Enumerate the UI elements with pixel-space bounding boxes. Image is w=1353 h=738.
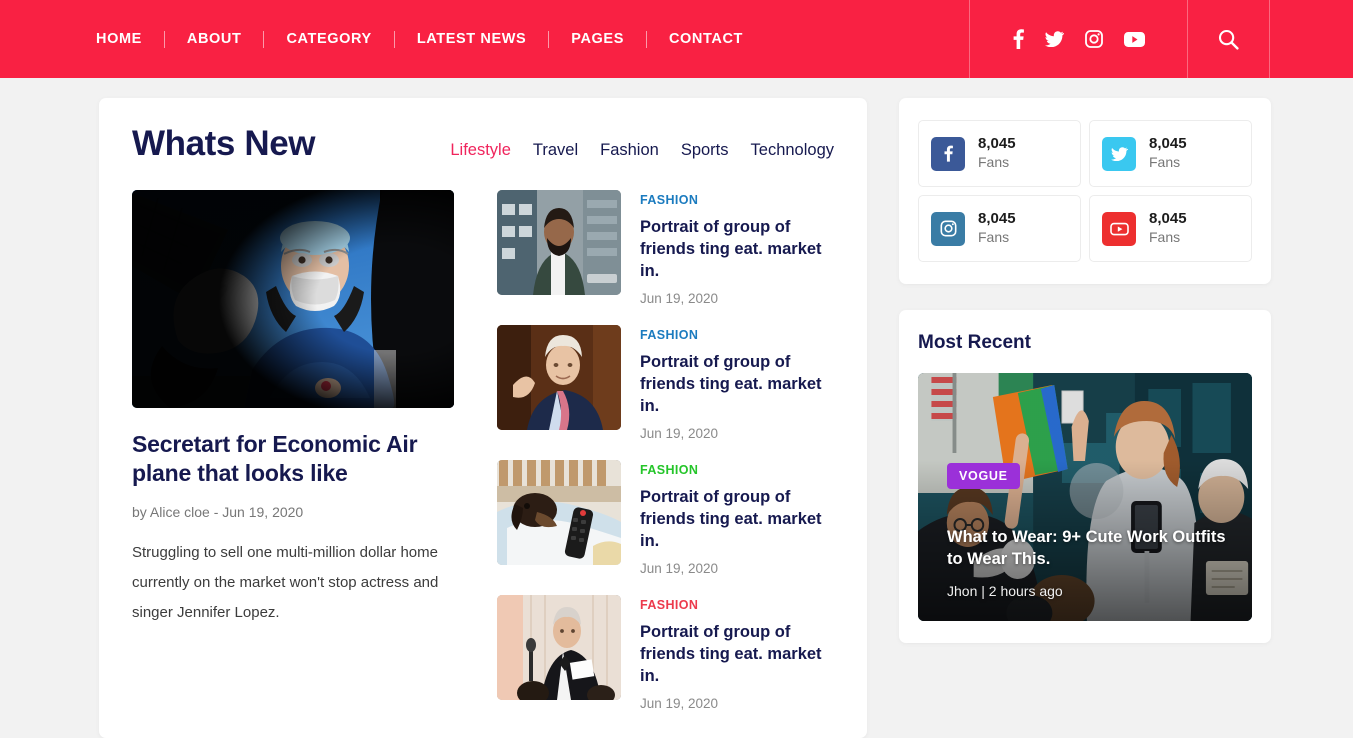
site-header: HOME ABOUT CATEGORY LATEST NEWS PAGES CO… [0,0,1353,78]
fan-cell-text: 8,045 Fans [1149,135,1187,172]
youtube-icon [1102,211,1136,246]
list-item-body: FASHION Portrait of group of friends tin… [640,325,834,441]
facebook-icon [931,136,965,171]
fan-cell-text: 8,045 Fans [1149,210,1187,247]
fan-cell-instagram[interactable]: 8,045 Fans [918,195,1081,262]
most-recent-card: Most Recent VOGUE What to Wear: 9+ Cute … [899,310,1271,643]
list-item-category[interactable]: FASHION [640,463,834,477]
list-item[interactable]: FASHION Portrait of group of friends tin… [497,595,834,711]
youtube-icon[interactable] [1123,31,1145,47]
category-tabs: Lifestyle Travel Fashion Sports Technolo… [450,141,834,160]
fan-label: Fans [1149,154,1181,170]
status-badge[interactable]: VOGUE [947,463,1020,489]
tab-travel[interactable]: Travel [533,141,578,160]
fan-label: Fans [1149,229,1181,245]
nav-item-category[interactable]: CATEGORY [286,31,371,47]
tab-technology[interactable]: Technology [751,141,834,160]
tab-fashion[interactable]: Fashion [600,141,659,160]
nav-item-contact[interactable]: CONTACT [669,31,743,47]
header-social-links [970,0,1188,78]
list-item[interactable]: FASHION Portrait of group of friends tin… [497,325,834,441]
nav-divider [645,30,647,48]
list-item-title[interactable]: Portrait of group of friends ting eat. m… [640,621,834,687]
most-recent-heading: Most Recent [918,332,1031,353]
list-item-date: Jun 19, 2020 [640,291,719,306]
nav-divider [163,30,165,48]
list-item-category[interactable]: FASHION [640,193,834,207]
featured-article-image[interactable] [132,190,454,408]
list-item-thumbnail[interactable] [497,460,621,565]
page-body: Whats New Lifestyle Travel Fashion Sport… [0,78,1353,738]
whats-new-content: Secretart for Economic Air plane that lo… [132,176,834,711]
search-button[interactable] [1188,0,1270,78]
most-recent-overlay-text: What to Wear: 9+ Cute Work Outfits to We… [947,526,1228,599]
list-item-thumbnail[interactable] [497,595,621,700]
tab-lifestyle[interactable]: Lifestyle [450,141,511,160]
nav-divider [263,30,265,48]
social-counter-card: 8,045 Fans 8,045 Fans 8,045 Fans 8,045 F… [899,98,1271,284]
most-recent-meta: Jhon | 2 hours ago [947,583,1063,599]
featured-article-excerpt: Struggling to sell one multi-million dol… [132,544,439,621]
whats-new-panel: Whats New Lifestyle Travel Fashion Sport… [99,98,867,738]
nav-item-about[interactable]: ABOUT [187,31,242,47]
fan-cell-text: 8,045 Fans [978,135,1016,172]
fan-cell-facebook[interactable]: 8,045 Fans [918,120,1081,187]
fan-counter-grid: 8,045 Fans 8,045 Fans 8,045 Fans 8,045 F… [918,120,1252,262]
list-item-title[interactable]: Portrait of group of friends ting eat. m… [640,486,834,552]
list-item-thumbnail[interactable] [497,190,621,295]
list-item-body: FASHION Portrait of group of friends tin… [640,595,834,711]
list-item-category[interactable]: FASHION [640,598,834,612]
list-item-body: FASHION Portrait of group of friends tin… [640,190,834,306]
fan-count: 8,045 [1149,210,1187,227]
list-item-body: FASHION Portrait of group of friends tin… [640,460,834,576]
page-title: Whats New [132,124,316,163]
list-item-date: Jun 19, 2020 [640,696,719,711]
fan-cell-twitter[interactable]: 8,045 Fans [1089,120,1252,187]
list-item[interactable]: FASHION Portrait of group of friends tin… [497,190,834,306]
nav-item-home[interactable]: HOME [96,31,142,47]
nav-divider [393,30,395,48]
fan-cell-text: 8,045 Fans [978,210,1016,247]
article-list: FASHION Portrait of group of friends tin… [497,190,834,711]
sidebar: 8,045 Fans 8,045 Fans 8,045 Fans 8,045 F… [899,98,1271,738]
fan-label: Fans [978,229,1010,245]
fan-count: 8,045 [978,135,1016,152]
list-item[interactable]: FASHION Portrait of group of friends tin… [497,460,834,576]
facebook-icon[interactable] [1013,29,1024,49]
list-item-date: Jun 19, 2020 [640,426,719,441]
instagram-icon [931,211,965,246]
fan-count: 8,045 [978,210,1016,227]
header-filler [1270,0,1353,78]
fan-label: Fans [978,154,1010,170]
instagram-icon[interactable] [1084,30,1103,48]
list-item-category[interactable]: FASHION [640,328,834,342]
twitter-icon[interactable] [1044,31,1064,47]
nav-item-latest-news[interactable]: LATEST NEWS [417,31,526,47]
twitter-icon [1102,136,1136,171]
search-icon [1218,29,1239,50]
badge-wrapper: VOGUE [947,463,1020,503]
fan-cell-youtube[interactable]: 8,045 Fans [1089,195,1252,262]
list-item-thumbnail[interactable] [497,325,621,430]
nav-item-pages[interactable]: PAGES [571,31,624,47]
most-recent-article[interactable]: VOGUE What to Wear: 9+ Cute Work Outfits… [918,373,1252,621]
main-navigation: HOME ABOUT CATEGORY LATEST NEWS PAGES CO… [0,0,970,78]
tab-sports[interactable]: Sports [681,141,729,160]
featured-article[interactable]: Secretart for Economic Air plane that lo… [132,190,454,711]
list-item-date: Jun 19, 2020 [640,561,719,576]
featured-article-title[interactable]: Secretart for Economic Air plane that lo… [132,430,454,488]
fan-count: 8,045 [1149,135,1187,152]
whats-new-header: Whats New Lifestyle Travel Fashion Sport… [132,124,834,176]
list-item-title[interactable]: Portrait of group of friends ting eat. m… [640,216,834,282]
featured-article-meta: by Alice cloe - Jun 19, 2020 [132,504,304,520]
most-recent-title[interactable]: What to Wear: 9+ Cute Work Outfits to We… [947,526,1228,570]
nav-divider [548,30,550,48]
list-item-title[interactable]: Portrait of group of friends ting eat. m… [640,351,834,417]
